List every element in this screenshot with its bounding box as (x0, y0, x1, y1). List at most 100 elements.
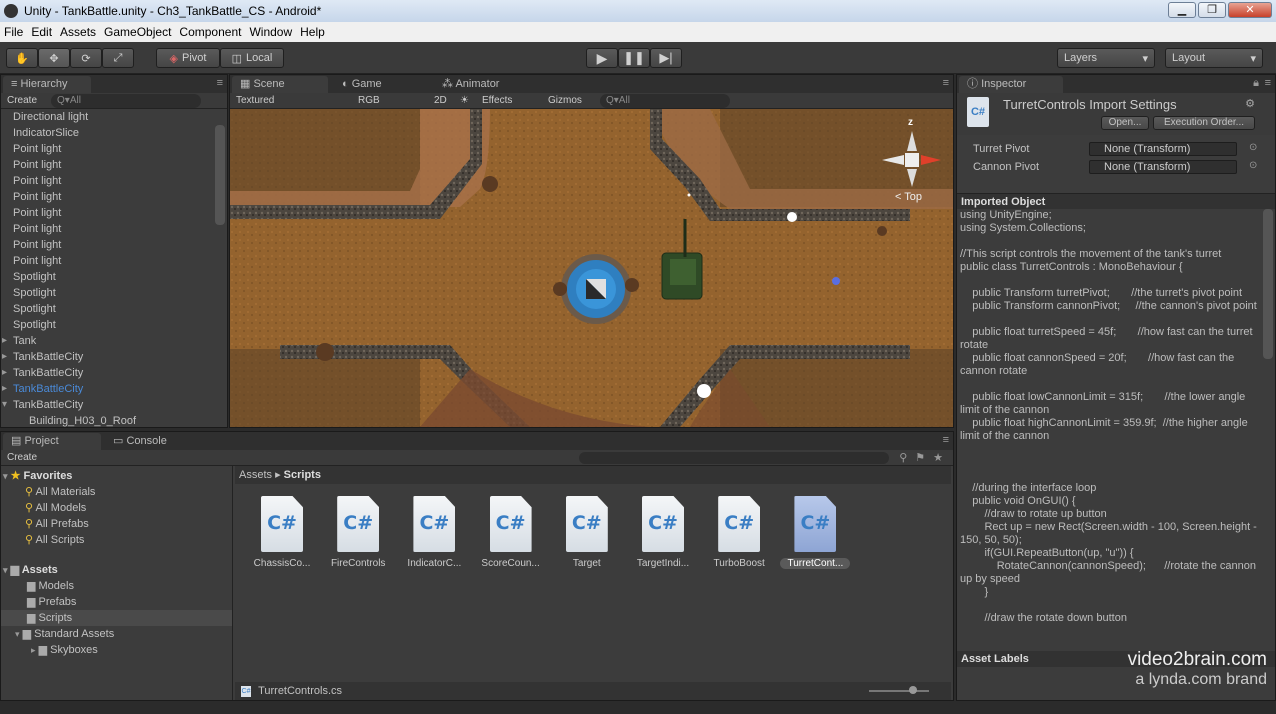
turret-pivot-field[interactable]: None (Transform) (1089, 142, 1237, 156)
breadcrumb-root[interactable]: Assets (239, 469, 272, 481)
hierarchy-item[interactable]: Point light (1, 141, 61, 157)
tab-animator[interactable]: ⁂ Animator (434, 76, 534, 93)
rotate-tool-button[interactable]: ⟳ (70, 48, 102, 68)
menu-window[interactable]: Window (245, 25, 296, 39)
hierarchy-item[interactable]: Point light (1, 189, 61, 205)
tab-hierarchy[interactable]: ≡ Hierarchy (3, 76, 91, 93)
menu-gameobject[interactable]: GameObject (100, 25, 175, 39)
cannon-pivot-field[interactable]: None (Transform) (1089, 160, 1237, 174)
lighting-toggle[interactable]: ☀ (454, 94, 476, 108)
scene-view[interactable]: z < Top (230, 109, 953, 427)
project-search-input[interactable] (579, 451, 890, 464)
panel-menu-icon[interactable]: ≡ (943, 434, 949, 446)
create-dropdown[interactable]: Create (1, 94, 43, 108)
filter-label-icon[interactable]: ⚑ (915, 451, 925, 464)
favorite-all-materials[interactable]: ⚲ All Materials (25, 484, 95, 500)
project-create-dropdown[interactable]: Create (1, 451, 43, 465)
tab-game[interactable]: ◐ Game (334, 76, 424, 93)
hand-tool-button[interactable]: ✋ (6, 48, 38, 68)
tab-project[interactable]: ▤ Project (3, 433, 101, 450)
menu-file[interactable]: File (0, 25, 27, 39)
close-button[interactable]: ✕ (1228, 2, 1272, 18)
favorite-star-icon[interactable]: ★ (933, 451, 943, 464)
favorite-all-prefabs[interactable]: ⚲ All Prefabs (25, 516, 89, 532)
minimize-button[interactable]: ▁ (1168, 2, 1196, 18)
hierarchy-item[interactable]: Building_H03_0_Roof (1, 413, 136, 427)
scale-tool-button[interactable]: ⤢ (102, 48, 134, 68)
hierarchy-item[interactable]: TankBattleCity (1, 381, 83, 397)
filter-type-icon[interactable]: ⚲ (899, 451, 907, 464)
hierarchy-item[interactable]: Spotlight (1, 269, 56, 285)
folder-prefabs[interactable]: ▆ Prefabs (27, 594, 76, 610)
hierarchy-item[interactable]: Point light (1, 253, 61, 269)
pause-button[interactable]: ❚❚ (618, 48, 650, 68)
icon-size-slider[interactable] (869, 690, 929, 692)
folder-scripts[interactable]: ▆ Scripts (1, 610, 232, 626)
hierarchy-item[interactable]: Point light (1, 157, 61, 173)
hierarchy-scrollbar[interactable] (215, 125, 225, 225)
asset-item[interactable]: C# ChassisCo... (247, 496, 317, 569)
asset-item[interactable]: C# FireControls (323, 496, 393, 569)
hierarchy-item[interactable]: Directional light (1, 109, 88, 125)
object-picker-icon[interactable]: ⊙ (1249, 160, 1257, 171)
hierarchy-item[interactable]: TankBattleCity (1, 365, 83, 381)
hierarchy-item[interactable]: IndicatorSlice (1, 125, 79, 141)
assets-header[interactable]: ▾ ▆ Assets (3, 562, 58, 578)
layers-dropdown[interactable]: Layers ▾ (1057, 48, 1155, 68)
menu-edit[interactable]: Edit (27, 25, 56, 39)
slider-thumb[interactable] (909, 686, 917, 694)
render-dropdown[interactable]: RGB (352, 94, 428, 108)
favorites-header[interactable]: ▾ ★ Favorites (3, 468, 72, 484)
execution-order-button[interactable]: Execution Order... (1153, 116, 1255, 130)
hierarchy-item[interactable]: Tank (1, 333, 36, 349)
favorite-all-scripts[interactable]: ⚲ All Scripts (25, 532, 84, 548)
code-scrollbar[interactable] (1263, 209, 1273, 359)
hierarchy-item[interactable]: Point light (1, 237, 61, 253)
maximize-button[interactable]: ❐ (1198, 2, 1226, 18)
asset-item[interactable]: C# TargetIndi... (628, 496, 698, 569)
tab-scene[interactable]: ▦ Scene (232, 76, 328, 93)
scene-orientation-gizmo[interactable]: z < Top (881, 117, 947, 203)
shading-dropdown[interactable]: Textured (230, 94, 352, 108)
step-button[interactable]: ▶| (650, 48, 682, 68)
folder-models[interactable]: ▆ Models (27, 578, 74, 594)
breadcrumb-current[interactable]: Scripts (284, 469, 321, 481)
gear-icon[interactable]: ⚙ (1245, 97, 1255, 110)
menu-component[interactable]: Component (175, 25, 245, 39)
asset-item[interactable]: C# ScoreCoun... (476, 496, 546, 569)
open-button[interactable]: Open... (1101, 116, 1149, 130)
tab-inspector[interactable]: ⓘ Inspector (959, 76, 1063, 93)
hierarchy-search-input[interactable]: Q▾All (51, 93, 202, 108)
effects-dropdown[interactable]: Effects (476, 94, 542, 108)
hierarchy-item[interactable]: TankBattleCity (1, 349, 83, 365)
asset-item[interactable]: C# IndicatorC... (399, 496, 469, 569)
tab-console[interactable]: ▭ Console (105, 433, 195, 450)
panel-menu-icon[interactable]: ≡ (217, 77, 223, 89)
gizmos-dropdown[interactable]: Gizmos (542, 94, 600, 108)
asset-item[interactable]: C# TurretCont... (780, 496, 851, 569)
2d-toggle[interactable]: 2D (428, 94, 454, 108)
panel-menu-icon[interactable]: ≡ (1265, 77, 1271, 89)
object-picker-icon[interactable]: ⊙ (1249, 142, 1257, 153)
hierarchy-item[interactable]: Spotlight (1, 301, 56, 317)
hierarchy-item[interactable]: Point light (1, 173, 61, 189)
panel-menu-icon[interactable]: ≡ (943, 77, 949, 89)
lock-icon[interactable]: 🔒︎ (1253, 77, 1259, 90)
hierarchy-item[interactable]: TankBattleCity (1, 397, 83, 413)
asset-item[interactable]: C# Target (552, 496, 622, 569)
menu-assets[interactable]: Assets (56, 25, 100, 39)
hierarchy-item[interactable]: Spotlight (1, 317, 56, 333)
local-toggle[interactable]: ◫ Local (220, 48, 284, 68)
scene-search-input[interactable]: Q▾All (600, 93, 730, 108)
hierarchy-item[interactable]: Point light (1, 205, 61, 221)
play-button[interactable]: ▶ (586, 48, 618, 68)
asset-item[interactable]: C# TurboBoost (704, 496, 774, 569)
layout-dropdown[interactable]: Layout ▾ (1165, 48, 1263, 68)
pivot-toggle[interactable]: ◈ Pivot (156, 48, 220, 68)
hierarchy-item[interactable]: Spotlight (1, 285, 56, 301)
menu-help[interactable]: Help (296, 25, 329, 39)
move-tool-button[interactable]: ✥ (38, 48, 70, 68)
hierarchy-item[interactable]: Point light (1, 221, 61, 237)
folder-skyboxes[interactable]: ▸ ▆ Skyboxes (31, 642, 98, 658)
favorite-all-models[interactable]: ⚲ All Models (25, 500, 86, 516)
